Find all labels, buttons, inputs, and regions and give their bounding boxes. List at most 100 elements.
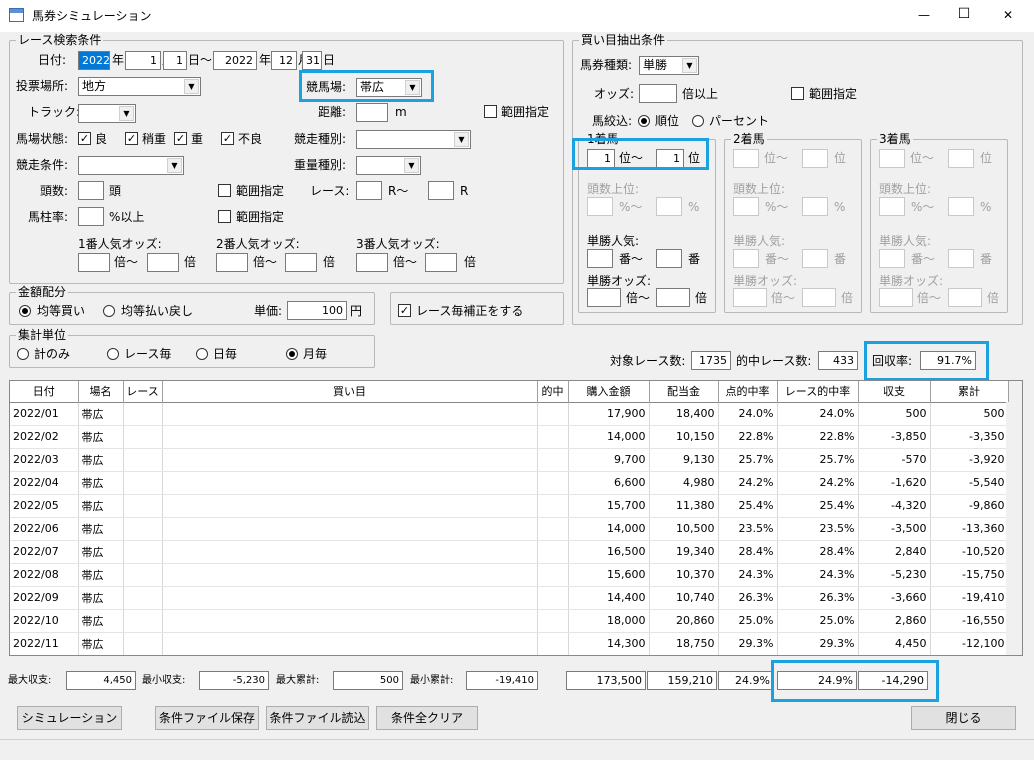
- col-hit[interactable]: 的中: [537, 381, 569, 402]
- table-row[interactable]: 2022/03 帯広 9,700 9,130 25.7% 25.7% -570 -3,920: [10, 448, 1022, 472]
- place1-odds-from-field[interactable]: [587, 288, 621, 307]
- close-button[interactable]: 閉じる: [911, 706, 1016, 730]
- to-month-field[interactable]: 12: [271, 51, 297, 70]
- unit-price-field[interactable]: 100: [287, 301, 347, 320]
- table-row[interactable]: 2022/04 帯広 6,600 4,980 24.2% 24.2% -1,620 -5,54…: [10, 471, 1022, 495]
- from-day-field[interactable]: 1: [163, 51, 187, 70]
- col-bet[interactable]: 買い目: [162, 381, 538, 402]
- place1-pop-to-field[interactable]: [656, 249, 682, 268]
- place1-pct-from-field[interactable]: [587, 197, 613, 216]
- col-race-rate[interactable]: レース的中率: [777, 381, 859, 402]
- clear-conditions-button[interactable]: 条件全クリア: [376, 706, 478, 730]
- place1-pct-to-field[interactable]: [656, 197, 682, 216]
- cond-bad-checkbox[interactable]: ✓: [221, 132, 234, 145]
- place3-pct-to-field[interactable]: [948, 197, 974, 216]
- bet-type-select[interactable]: 単勝 ▼: [639, 56, 699, 75]
- weight-select[interactable]: ▼: [356, 156, 421, 175]
- table-row[interactable]: 2022/02 帯広 14,000 10,150 22.8% 22.8% -3,850 -3,…: [10, 425, 1022, 449]
- filter-rank-radio[interactable]: [638, 115, 650, 127]
- table-cell: 帯広: [78, 609, 124, 633]
- table-row[interactable]: 2022/08 帯広 15,600 10,370 24.3% 24.3% -5,230 -15…: [10, 563, 1022, 587]
- odds1-from-field[interactable]: [78, 253, 110, 272]
- table-row[interactable]: 2022/05 帯広 15,700 11,380 25.4% 25.4% -4,320 -9,…: [10, 494, 1022, 518]
- odds-range-checkbox[interactable]: [791, 87, 804, 100]
- minimize-icon[interactable]: —: [912, 7, 936, 23]
- race-correct-checkbox[interactable]: ✓: [398, 304, 411, 317]
- race-to-field[interactable]: [428, 181, 454, 200]
- odds1-to-field[interactable]: [147, 253, 179, 272]
- vertical-scrollbar[interactable]: [1006, 402, 1022, 655]
- from-month-field[interactable]: 1: [125, 51, 161, 70]
- table-row[interactable]: 2022/12帯広16,80014,61020.2%20.2%-2,190-14…: [10, 655, 1023, 656]
- to-day-field[interactable]: 31: [302, 51, 322, 70]
- place3-rank-to-field[interactable]: [948, 149, 974, 168]
- place2-pct-to-field[interactable]: [802, 197, 828, 216]
- odds3-from-field[interactable]: [356, 253, 388, 272]
- table-row[interactable]: 2022/01 帯広 17,900 18,400 24.0% 24.0% 500 500: [10, 402, 1022, 426]
- place2-pop-to-field[interactable]: [802, 249, 828, 268]
- close-icon[interactable]: ✕: [996, 7, 1020, 23]
- horse-rate-field[interactable]: [78, 207, 104, 226]
- place3-rank-from-field[interactable]: [879, 149, 905, 168]
- load-conditions-button[interactable]: 条件ファイル読込: [266, 706, 369, 730]
- odds3-to-field[interactable]: [425, 253, 457, 272]
- table-row[interactable]: 2022/09 帯広 14,400 10,740 26.3% 26.3% -3,660 -19…: [10, 586, 1022, 610]
- from-year-field[interactable]: 2022: [78, 51, 110, 70]
- place2-odds-from-field[interactable]: [733, 288, 767, 307]
- place3-pop-from-field[interactable]: [879, 249, 905, 268]
- agg-month-radio[interactable]: [286, 348, 298, 360]
- place1-odds-to-field[interactable]: [656, 288, 690, 307]
- col-buy[interactable]: 購入金額: [568, 381, 650, 402]
- filter-percent-radio[interactable]: [692, 115, 704, 127]
- place3-odds-to-field[interactable]: [948, 288, 982, 307]
- place2-pct-from-field[interactable]: [733, 197, 759, 216]
- cond-heavy-checkbox[interactable]: ✓: [174, 132, 187, 145]
- place3-pop-to-field[interactable]: [948, 249, 974, 268]
- horse-rate-range-checkbox[interactable]: [218, 210, 231, 223]
- equal-payout-radio[interactable]: [103, 305, 115, 317]
- col-venue[interactable]: 場名: [78, 381, 124, 402]
- distance-field[interactable]: [356, 103, 388, 122]
- race-cond-select[interactable]: ▼: [78, 156, 184, 175]
- col-point-rate[interactable]: 点的中率: [718, 381, 778, 402]
- race-kind-select[interactable]: ▼: [356, 130, 471, 149]
- table-row[interactable]: 2022/11 帯広 14,300 18,750 29.3% 29.3% 4,450 -12,…: [10, 632, 1022, 655]
- odds-field[interactable]: [639, 84, 677, 103]
- race-from-field[interactable]: [356, 181, 382, 200]
- maximize-icon[interactable]: ☐: [952, 6, 976, 22]
- agg-day-radio[interactable]: [196, 348, 208, 360]
- table-cell: [162, 402, 538, 426]
- course-select[interactable]: ▼: [78, 104, 136, 123]
- col-date[interactable]: 日付: [10, 381, 79, 402]
- heads-range-checkbox[interactable]: [218, 184, 231, 197]
- table-row[interactable]: 2022/10 帯広 18,000 20,860 25.0% 25.0% 2,860 -16,…: [10, 609, 1022, 633]
- col-cumulative[interactable]: 累計: [930, 381, 1009, 402]
- cond-good-checkbox[interactable]: ✓: [78, 132, 91, 145]
- heads-field[interactable]: [78, 181, 104, 200]
- place3-odds-from-field[interactable]: [879, 288, 913, 307]
- agg-race-radio[interactable]: [107, 348, 119, 360]
- simulate-button[interactable]: シミュレーション: [17, 706, 122, 730]
- col-profit[interactable]: 収支: [858, 381, 931, 402]
- place2-rank-from-field[interactable]: [733, 149, 759, 168]
- venue-select[interactable]: 地方 ▼: [78, 77, 201, 96]
- table-row[interactable]: 2022/06 帯広 14,000 10,500 23.5% 23.5% -3,500 -13…: [10, 517, 1022, 541]
- col-pay[interactable]: 配当金: [649, 381, 719, 402]
- cond-slightly-heavy-checkbox[interactable]: ✓: [125, 132, 138, 145]
- min-cum-field: -19,410: [466, 671, 538, 690]
- col-race[interactable]: レース: [123, 381, 163, 402]
- equal-buy-radio[interactable]: [19, 305, 31, 317]
- odds2-from-field[interactable]: [216, 253, 248, 272]
- distance-range-checkbox[interactable]: [484, 105, 497, 118]
- agg-total-radio[interactable]: [17, 348, 29, 360]
- place2-odds-to-field[interactable]: [802, 288, 836, 307]
- place2-rank-to-field[interactable]: [802, 149, 828, 168]
- table-row[interactable]: 2022/07 帯広 16,500 19,340 28.4% 28.4% 2,840 -10,…: [10, 540, 1022, 564]
- place2-pop-from-field[interactable]: [733, 249, 759, 268]
- odds2-to-field[interactable]: [285, 253, 317, 272]
- to-year-field[interactable]: 2022: [213, 51, 257, 70]
- place3-pct-from-field[interactable]: [879, 197, 905, 216]
- save-conditions-button[interactable]: 条件ファイル保存: [155, 706, 259, 730]
- results-table[interactable]: 日付 場名 レース 買い目 的中 購入金額 配当金 点的中率 レース的中率 収支…: [9, 380, 1023, 656]
- place1-pop-from-field[interactable]: [587, 249, 613, 268]
